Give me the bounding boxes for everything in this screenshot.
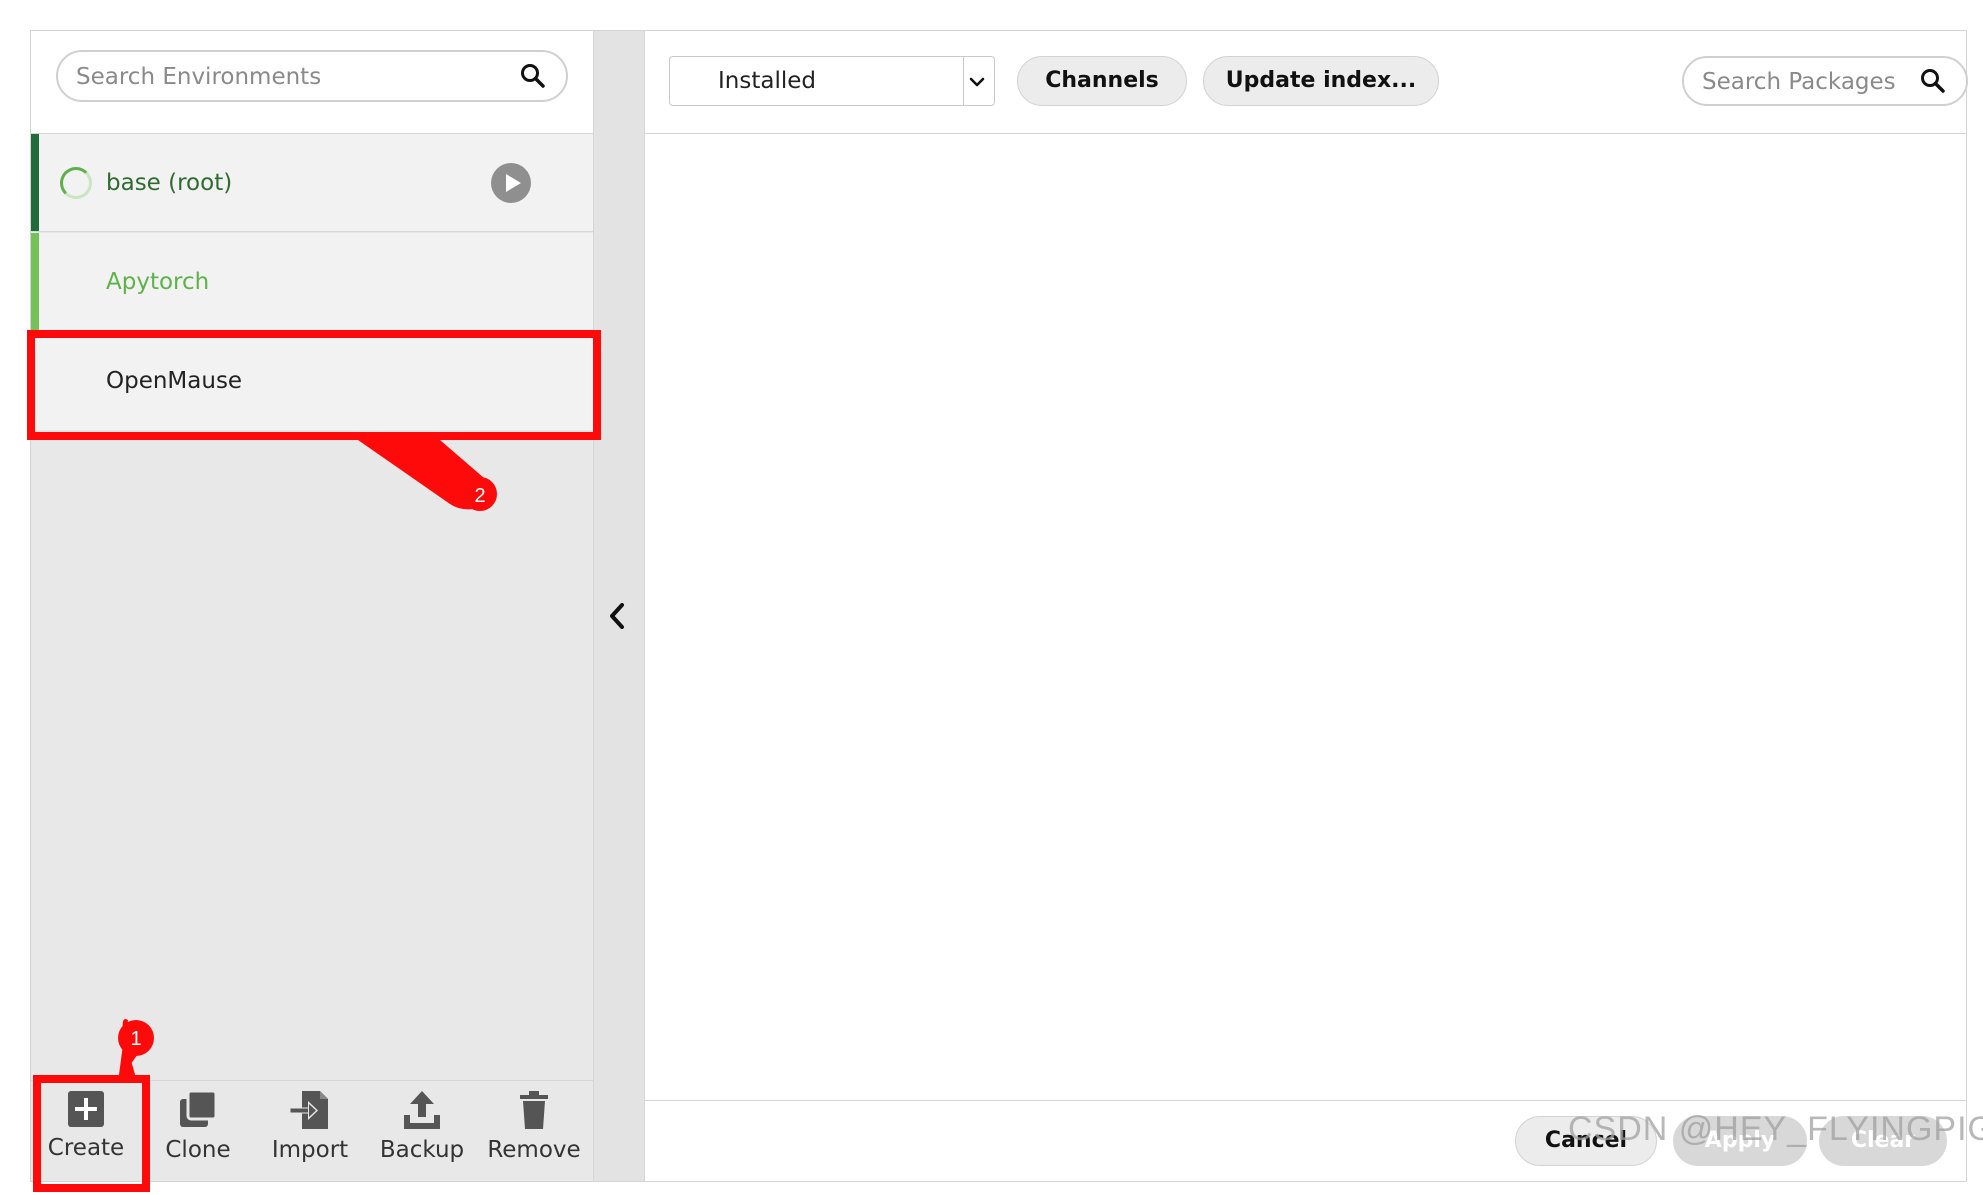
watermark-text: CSDN @HEY_FLYINGPIG xyxy=(1568,1110,1983,1148)
callout-2-number: 2 xyxy=(474,485,485,507)
callout-1: 1 xyxy=(118,1019,154,1082)
callout-2: 2 xyxy=(358,440,497,511)
callout-1-number: 1 xyxy=(130,1028,141,1050)
annotation-callouts: 2 1 xyxy=(118,440,497,1082)
